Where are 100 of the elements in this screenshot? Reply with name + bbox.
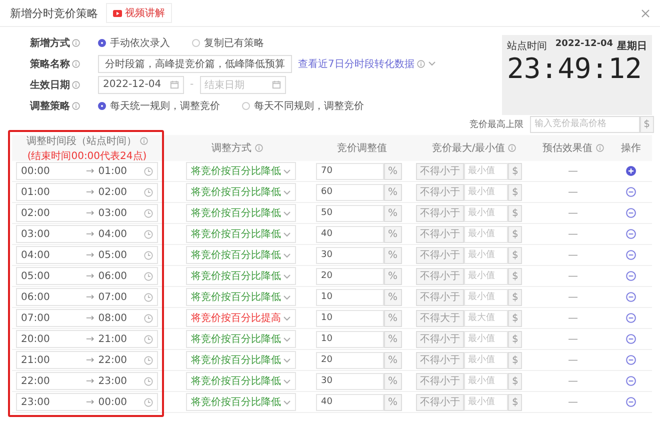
remove-icon[interactable] — [626, 271, 636, 281]
bound-input[interactable]: 最小值 — [464, 288, 508, 306]
estimate-value: — — [568, 376, 578, 386]
chevron-down-icon — [283, 252, 291, 258]
bound-input[interactable]: 最小值 — [464, 352, 508, 368]
data-link[interactable]: 查看近7日分时段转化数据 — [298, 56, 436, 70]
start-time: 05:00 — [21, 270, 50, 282]
bound-input[interactable]: 最小值 — [464, 204, 508, 222]
bound-input[interactable]: 最小值 — [464, 184, 508, 200]
time-range-field[interactable]: 20:00 → 21:00 — [16, 330, 158, 348]
time-range-field[interactable]: 05:00 → 06:00 — [16, 267, 158, 285]
estimate-value: — — [568, 166, 578, 176]
bound-input[interactable]: 最小值 — [464, 330, 508, 348]
bound-addon: 不得小于 — [416, 288, 464, 306]
value-input[interactable]: 20 — [316, 268, 384, 284]
radio-option[interactable]: 复制已有策略 — [192, 36, 264, 50]
field-label: 生效日期 — [30, 78, 70, 92]
adjust-method-select[interactable]: 将竞价按百分比降低 — [186, 246, 296, 264]
chevron-down-icon — [283, 358, 291, 362]
column-title: 调整时间段（站点时间） — [26, 134, 136, 148]
range-arrow: → — [86, 208, 94, 218]
value-input[interactable]: 10 — [316, 288, 384, 306]
bound-input[interactable]: 最小值 — [464, 226, 508, 242]
bound-input[interactable]: 最大值 — [464, 310, 508, 326]
remove-icon[interactable] — [626, 334, 636, 344]
time-range-field[interactable]: 07:00 → 08:00 — [16, 309, 158, 327]
remove-icon[interactable] — [626, 187, 636, 197]
value-input[interactable]: 30 — [316, 246, 384, 264]
limit-input[interactable]: 输入竞价最高价格 — [530, 116, 640, 132]
adjust-method-select[interactable]: 将竞价按百分比降低 — [186, 393, 296, 411]
bound-input[interactable]: 最小值 — [464, 394, 508, 410]
time-range-field[interactable]: 04:00 → 05:00 — [16, 246, 158, 264]
currency-addon: $ — [508, 162, 522, 180]
currency-addon: $ — [640, 116, 654, 132]
clock-icon — [144, 356, 153, 364]
clock-icon — [144, 230, 153, 238]
value-input[interactable]: 10 — [316, 310, 384, 326]
remove-icon[interactable] — [626, 292, 636, 302]
time-range-field[interactable]: 23:00 → 00:00 — [16, 393, 158, 411]
value-input[interactable]: 60 — [316, 184, 384, 200]
bound-addon: 不得小于 — [416, 162, 464, 180]
time-range-field[interactable]: 22:00 → 23:00 — [16, 372, 158, 390]
field-label: 调整策略 — [30, 100, 70, 112]
time-range-field[interactable]: 01:00 → 02:00 — [16, 183, 158, 201]
value-input[interactable]: 40 — [316, 226, 384, 242]
adjust-method-select[interactable]: 将竞价按百分比降低 — [186, 162, 296, 180]
adjust-method-select[interactable]: 将竞价按百分比降低 — [186, 225, 296, 243]
remove-icon[interactable] — [626, 397, 636, 407]
remove-icon[interactable] — [626, 250, 636, 260]
end-time: 06:00 — [98, 270, 128, 282]
remove-icon[interactable] — [626, 376, 636, 386]
radio-option[interactable]: 每天不同规则，调整竞价 — [242, 98, 364, 112]
clock-icon — [144, 292, 153, 302]
time-range-field[interactable]: 00:00 → 01:00 — [16, 162, 158, 180]
value-input[interactable]: 20 — [316, 352, 384, 368]
percent-addon: % — [384, 288, 402, 306]
adjust-method-select[interactable]: 将竞价按百分比降低 — [186, 330, 296, 348]
percent-addon: % — [384, 352, 402, 368]
percent-addon: % — [384, 330, 402, 348]
video-button[interactable]: 视频讲解 — [106, 3, 172, 23]
adjust-method-select[interactable]: 将竞价按百分比降低 — [186, 288, 296, 306]
value-input[interactable]: 30 — [316, 372, 384, 390]
time-range-field[interactable]: 21:00 → 22:00 — [16, 351, 158, 369]
value-input[interactable]: 70 — [316, 162, 384, 180]
add-icon[interactable] — [626, 166, 636, 176]
remove-icon[interactable] — [626, 313, 636, 323]
column-title: 操作 — [621, 142, 641, 155]
value-input[interactable]: 50 — [316, 204, 384, 222]
adjust-method-select[interactable]: 将竞价按百分比降低 — [186, 204, 296, 222]
adjust-method-select[interactable]: 将竞价按百分比降低 — [186, 372, 296, 390]
remove-icon[interactable] — [626, 208, 636, 218]
adjust-method-select[interactable]: 将竞价按百分比降低 — [186, 351, 296, 369]
bound-input[interactable]: 最小值 — [464, 372, 508, 390]
value-input[interactable]: 10 — [316, 330, 384, 348]
start-time: 07:00 — [21, 312, 50, 324]
end-time: 23:00 — [98, 376, 128, 386]
percent-addon: % — [384, 162, 402, 180]
bound-input[interactable]: 最小值 — [464, 246, 508, 264]
bound-input[interactable]: 最小值 — [464, 162, 508, 180]
info-icon — [72, 80, 80, 88]
radio-option[interactable]: 手动依次录入 — [98, 36, 170, 50]
currency-addon: $ — [508, 310, 522, 326]
time-range-field[interactable]: 03:00 → 04:00 — [16, 225, 158, 243]
strategy-name-field[interactable]: 分时段篇，高峰提竞价篇，低峰降低预算 — [98, 54, 292, 72]
time-range-field[interactable]: 06:00 → 07:00 — [16, 288, 158, 306]
remove-icon[interactable] — [626, 355, 636, 365]
adjust-method-select[interactable]: 将竞价按百分比降低 — [186, 183, 296, 201]
time-range-field[interactable]: 02:00 → 03:00 — [16, 204, 158, 222]
percent-addon: % — [384, 310, 402, 326]
estimate-value: — — [568, 270, 578, 282]
start-date-field[interactable]: 2022-12-04 — [98, 76, 184, 94]
adjust-method-select[interactable]: 将竞价按百分比降低 — [186, 267, 296, 285]
bound-input[interactable]: 最小值 — [464, 268, 508, 284]
adjust-method-select[interactable]: 将竞价按百分比提高 — [186, 309, 296, 327]
radio-option[interactable]: 每天统一规则，调整竞价 — [98, 98, 220, 112]
remove-icon[interactable] — [626, 229, 636, 239]
column-note: (结束时间00:00代表24点) — [27, 150, 147, 162]
close-icon[interactable] — [641, 8, 650, 18]
range-arrow: → — [86, 186, 94, 198]
value-input[interactable]: 40 — [316, 394, 384, 410]
